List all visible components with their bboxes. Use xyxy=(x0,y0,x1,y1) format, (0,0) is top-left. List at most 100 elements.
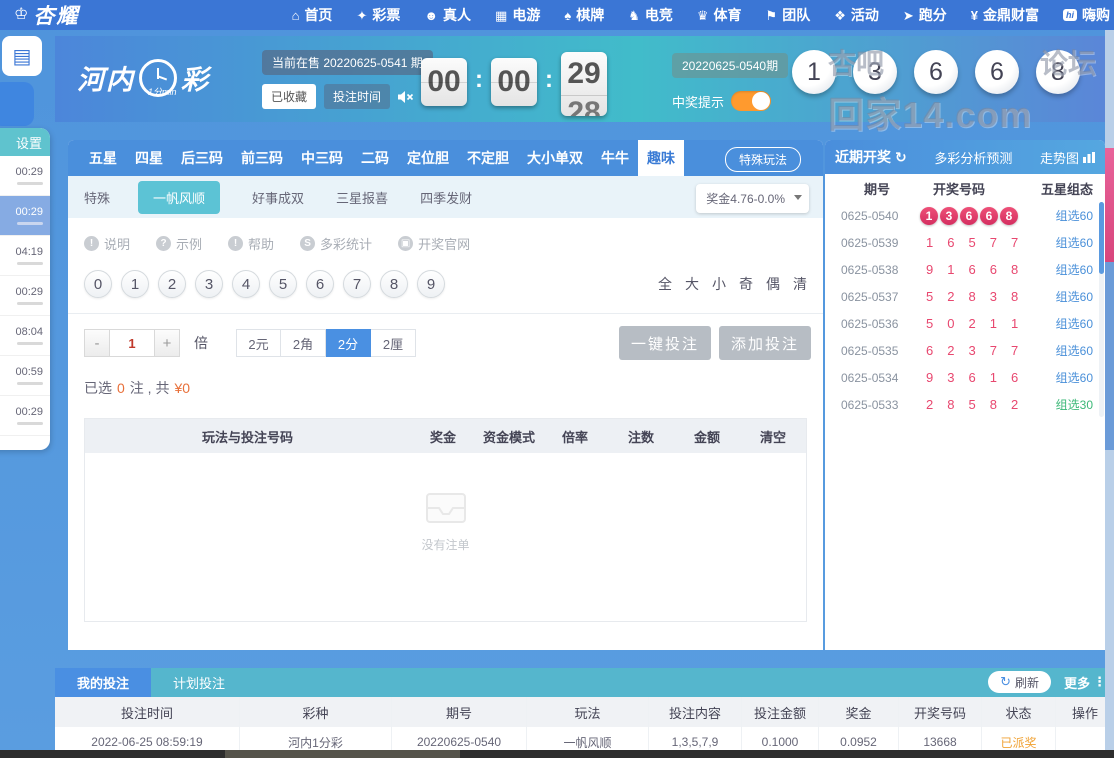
subtab-sijifacai[interactable]: 四季发财 xyxy=(420,188,472,207)
lottery-list-item[interactable]: 00:29 xyxy=(0,396,50,436)
tab-niuniu[interactable]: 牛牛 xyxy=(592,140,638,176)
left-app-icon[interactable]: ▤ xyxy=(2,36,42,76)
tab-zhongsanma[interactable]: 中三码 xyxy=(292,140,352,176)
draw-type-link[interactable]: 组选60 xyxy=(1031,261,1093,278)
draw-type-link[interactable]: 组选60 xyxy=(1031,234,1093,251)
nav-item-wealth[interactable]: ¥ 金鼎财富 xyxy=(971,5,1039,25)
countdown-bar xyxy=(17,182,43,185)
tab-trend-chart[interactable]: 走势图 xyxy=(1040,148,1095,167)
tab-plan-bets[interactable]: 计划投注 xyxy=(151,668,247,697)
multiplier-minus-button[interactable]: - xyxy=(84,329,110,357)
filter-small[interactable]: 小 xyxy=(712,274,726,294)
number-ball-4[interactable]: 4 xyxy=(232,270,260,298)
tab-dingweidan[interactable]: 定位胆 xyxy=(398,140,458,176)
nav-item-activity[interactable]: ❖ 活动 xyxy=(834,5,879,25)
number-ball-5[interactable]: 5 xyxy=(269,270,297,298)
link-duocaitongji[interactable]: S 多彩统计 xyxy=(300,234,372,253)
link-shili[interactable]: ? 示例 xyxy=(156,234,202,253)
quick-filters: 全 大 小 奇 偶 清 xyxy=(658,274,807,294)
tab-housanma[interactable]: 后三码 xyxy=(172,140,232,176)
special-play-button[interactable]: 特殊玩法 xyxy=(724,147,801,172)
link-bangzhu[interactable]: ! 帮助 xyxy=(228,234,274,253)
left-app-icon-blue[interactable] xyxy=(0,82,34,126)
unit-fen-button[interactable]: 2分 xyxy=(326,329,371,357)
lottery-logo: 河内 1分min 彩 xyxy=(77,58,210,97)
bonus-dropdown[interactable]: 奖金4.76-0.0% xyxy=(696,184,809,213)
nav-item-hi[interactable]: hi 嗨购 xyxy=(1063,5,1110,25)
filter-even[interactable]: 偶 xyxy=(766,274,780,294)
filter-big[interactable]: 大 xyxy=(685,274,699,294)
one-key-bet-button[interactable]: 一键投注 xyxy=(619,326,711,360)
add-bet-button[interactable]: 添加投注 xyxy=(719,326,811,360)
draw-type-link[interactable]: 组选60 xyxy=(1031,315,1093,332)
tab-wuxing[interactable]: 五星 xyxy=(80,140,126,176)
refresh-button[interactable]: ↻ 刷新 xyxy=(988,671,1051,693)
favorite-button[interactable]: 已收藏 xyxy=(262,84,317,109)
mute-icon[interactable] xyxy=(398,90,414,104)
nav-items: ⌂ 首页 ✦ 彩票 ☻ 真人 ▦ 电游 ♠ 棋牌 ♞ 电竞 ♛ 体育 ⚑ 团队 ❖ 活动 ➤ 跑分 … xyxy=(292,5,1110,25)
settings-header[interactable]: 设置 xyxy=(0,128,50,156)
team-icon: ⚑ xyxy=(765,7,778,23)
win-tip-toggle[interactable] xyxy=(731,91,772,111)
brand-logo[interactable]: ♔ 杏耀 xyxy=(14,0,79,30)
number-ball-0[interactable]: 0 xyxy=(84,270,112,298)
number-ball-6[interactable]: 6 xyxy=(306,270,334,298)
number-ball-3[interactable]: 3 xyxy=(195,270,223,298)
panel-scrollbar-thumb[interactable] xyxy=(1099,202,1104,274)
link-shuoming[interactable]: ! 说明 xyxy=(84,234,130,253)
lottery-list-item[interactable]: 08:04 xyxy=(0,316,50,356)
stats-icon: S xyxy=(300,236,316,251)
multiplier-value[interactable]: 1 xyxy=(110,329,154,357)
lottery-list-item[interactable]: 00:59 xyxy=(0,356,50,396)
tab-budingdan[interactable]: 不定胆 xyxy=(458,140,518,176)
nav-item-esports[interactable]: ♞ 电竞 xyxy=(628,5,673,25)
nav-item-home[interactable]: ⌂ 首页 xyxy=(292,5,333,25)
draw-type-link[interactable]: 组选60 xyxy=(1031,288,1093,305)
subtab-yifanfengshun[interactable]: 一帆风顺 xyxy=(138,180,221,214)
lottery-list-item[interactable] xyxy=(0,436,50,450)
filter-clear[interactable]: 清 xyxy=(793,274,807,294)
tab-sixing[interactable]: 四星 xyxy=(126,140,172,176)
number-ball-1[interactable]: 1 xyxy=(121,270,149,298)
draw-type-link[interactable]: 组选60 xyxy=(1031,342,1093,359)
nav-item-sports[interactable]: ♛ 体育 xyxy=(697,5,742,25)
number-ball-8[interactable]: 8 xyxy=(380,270,408,298)
tab-erma[interactable]: 二码 xyxy=(352,140,398,176)
lottery-list-item[interactable]: 04:19 xyxy=(0,236,50,276)
draw-type-link[interactable]: 组选60 xyxy=(1031,369,1093,386)
number-ball-7[interactable]: 7 xyxy=(343,270,371,298)
nav-item-paofen[interactable]: ➤ 跑分 xyxy=(903,5,947,25)
unit-li-button[interactable]: 2厘 xyxy=(371,329,416,357)
tab-recent-draws[interactable]: 近期开奖 ↻ xyxy=(835,147,907,167)
filter-odd[interactable]: 奇 xyxy=(739,274,753,294)
tab-my-bets[interactable]: 我的投注 xyxy=(55,668,151,697)
nav-item-live[interactable]: ☻ 真人 xyxy=(424,5,471,25)
live-person-icon: ☻ xyxy=(424,7,439,23)
page-scrollbar-thumb[interactable] xyxy=(1105,148,1114,262)
tab-daxiaodanshuang[interactable]: 大小单双 xyxy=(518,140,592,176)
clear-all-button[interactable]: 清空 xyxy=(740,427,806,446)
filter-all[interactable]: 全 xyxy=(658,274,672,294)
unit-yuan-button[interactable]: 2元 xyxy=(236,329,281,357)
tab-quwei-active[interactable]: 趣味 xyxy=(638,140,684,176)
nav-item-team[interactable]: ⚑ 团队 xyxy=(766,5,811,25)
nav-item-lottery[interactable]: ✦ 彩票 xyxy=(356,5,400,25)
tab-analysis[interactable]: 多彩分析预测 xyxy=(934,148,1012,167)
lottery-list-item[interactable]: 00:29 xyxy=(0,156,50,196)
nav-item-cards[interactable]: ♠ 棋牌 xyxy=(564,5,604,25)
nav-item-egames[interactable]: ▦ 电游 xyxy=(495,5,540,25)
multiplier-plus-button[interactable]: + xyxy=(154,329,180,357)
draw-type-link[interactable]: 组选30 xyxy=(1031,396,1093,413)
draw-type-link[interactable]: 组选60 xyxy=(1031,207,1093,224)
tab-qiansanma[interactable]: 前三码 xyxy=(232,140,292,176)
link-kaijiangguanwang[interactable]: ▣ 开奖官网 xyxy=(398,234,470,253)
brand-name: 杏耀 xyxy=(33,5,80,28)
number-ball-2[interactable]: 2 xyxy=(158,270,186,298)
lottery-list-item-selected[interactable]: 00:29 xyxy=(0,196,50,236)
unit-jiao-button[interactable]: 2角 xyxy=(281,329,326,357)
more-button[interactable]: 更多 ⋮ xyxy=(1064,673,1106,692)
subtab-sanxingbaoxi[interactable]: 三星报喜 xyxy=(336,188,388,207)
number-ball-9[interactable]: 9 xyxy=(417,270,445,298)
subtab-haoshichengshuang[interactable]: 好事成双 xyxy=(252,188,304,207)
lottery-list-item[interactable]: 00:29 xyxy=(0,276,50,316)
